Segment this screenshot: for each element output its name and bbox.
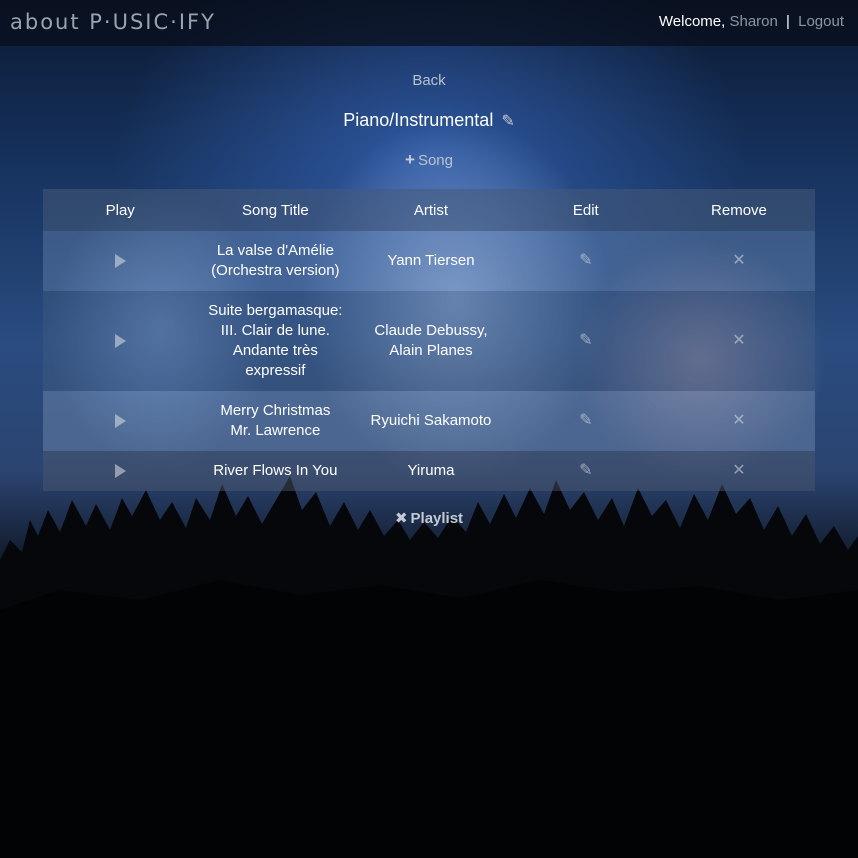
header-remove: Remove xyxy=(662,189,815,231)
play-icon[interactable] xyxy=(114,414,126,429)
delete-playlist-label: Playlist xyxy=(410,510,464,527)
back-link[interactable]: Back xyxy=(0,72,858,89)
play-icon[interactable] xyxy=(114,254,126,269)
close-icon[interactable]: ✕ xyxy=(732,412,745,429)
play-icon[interactable] xyxy=(114,334,126,349)
close-icon: ✖ xyxy=(394,510,408,527)
song-title-line: La valse d'Amélie xyxy=(216,242,334,259)
pencil-icon[interactable]: ✎ xyxy=(579,412,592,429)
username-link[interactable]: Sharon xyxy=(729,13,777,30)
play-icon[interactable] xyxy=(114,464,126,479)
artist-line: Claude Debussy, xyxy=(374,322,488,339)
artist-line: Yann Tiersen xyxy=(387,252,475,269)
header-play: Play xyxy=(43,189,198,231)
header-edit: Edit xyxy=(508,189,663,231)
table-row: Merry Christmas Mr. Lawrence Ryuichi Sak… xyxy=(43,391,815,451)
user-box: Welcome, Sharon | Logout xyxy=(659,13,844,30)
remove-cell: ✕ xyxy=(662,291,815,391)
song-title-line: Merry Christmas xyxy=(220,402,331,419)
playlist-title-row: Piano/Instrumental ✎ xyxy=(0,110,858,131)
song-title-cell: River Flows In You xyxy=(197,451,354,491)
pencil-icon[interactable]: ✎ xyxy=(579,462,592,479)
separator: | xyxy=(786,13,790,30)
edit-playlist-pencil-icon[interactable]: ✎ xyxy=(501,113,514,130)
play-cell xyxy=(43,231,198,291)
artist-line: Yiruma xyxy=(407,462,455,479)
table-row: La valse d'Amélie (Orchestra version) Ya… xyxy=(43,231,815,291)
play-cell xyxy=(43,391,198,451)
remove-cell: ✕ xyxy=(662,451,815,491)
song-title-line: Suite bergamasque: xyxy=(208,302,343,319)
pencil-icon[interactable]: ✎ xyxy=(579,332,592,349)
logout-link[interactable]: Logout xyxy=(798,13,844,30)
table-row: River Flows In You Yiruma ✎ ✕ xyxy=(43,451,815,491)
song-title-line: Mr. Lawrence xyxy=(230,422,321,439)
song-title-line: Andante très xyxy=(232,342,318,359)
artist-cell: Yann Tiersen xyxy=(353,231,509,291)
song-title-line: III. Clair de lune. xyxy=(220,322,330,339)
song-title-line: River Flows In You xyxy=(213,462,338,479)
add-song-button[interactable]: + Song xyxy=(0,150,858,170)
edit-cell: ✎ xyxy=(508,231,663,291)
song-title-line: (Orchestra version) xyxy=(211,262,340,279)
close-icon[interactable]: ✕ xyxy=(732,252,745,269)
artist-cell: Claude Debussy, Alain Planes xyxy=(353,291,509,391)
plus-icon: + xyxy=(405,150,415,169)
delete-playlist-button[interactable]: ✖ Playlist xyxy=(0,509,858,527)
add-song-label: Song xyxy=(417,152,453,169)
close-icon[interactable]: ✕ xyxy=(732,332,745,349)
edit-cell: ✎ xyxy=(508,291,663,391)
song-title-cell: La valse d'Amélie (Orchestra version) xyxy=(197,231,354,291)
crowd-background xyxy=(0,476,858,858)
song-title-cell: Merry Christmas Mr. Lawrence xyxy=(197,391,354,451)
playlist-title: Piano/Instrumental xyxy=(343,110,494,130)
play-cell xyxy=(43,291,198,391)
edit-cell: ✎ xyxy=(508,391,663,451)
top-nav-bar: about P·USIC·IFY Welcome, Sharon | Logou… xyxy=(0,0,858,46)
pencil-icon[interactable]: ✎ xyxy=(579,252,592,269)
close-icon[interactable]: ✕ xyxy=(732,462,745,479)
table-row: Suite bergamasque: III. Clair de lune. A… xyxy=(43,291,815,391)
artist-line: Ryuichi Sakamoto xyxy=(370,412,492,429)
artist-cell: Yiruma xyxy=(353,451,509,491)
app-logo[interactable]: about P·USIC·IFY xyxy=(10,10,216,34)
song-title-cell: Suite bergamasque: III. Clair de lune. A… xyxy=(197,291,354,391)
header-artist: Artist xyxy=(353,189,509,231)
remove-cell: ✕ xyxy=(662,391,815,451)
edit-cell: ✎ xyxy=(508,451,663,491)
welcome-text: Welcome, xyxy=(658,13,726,30)
songs-table: Play Song Title Artist Edit Remove La va… xyxy=(43,189,815,491)
header-song-title: Song Title xyxy=(197,189,354,231)
play-cell xyxy=(43,451,198,491)
table-header-row: Play Song Title Artist Edit Remove xyxy=(43,189,815,231)
remove-cell: ✕ xyxy=(662,231,815,291)
artist-line: Alain Planes xyxy=(389,342,473,359)
song-title-line: expressif xyxy=(245,362,306,379)
artist-cell: Ryuichi Sakamoto xyxy=(353,391,509,451)
